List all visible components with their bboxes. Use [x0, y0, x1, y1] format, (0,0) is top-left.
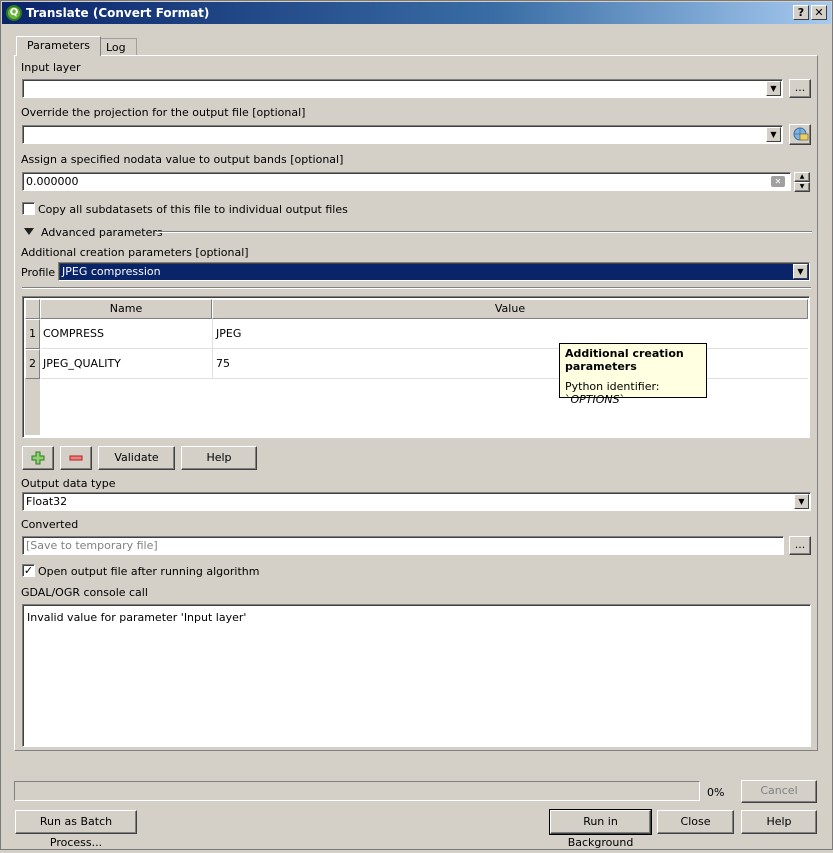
nodata-input[interactable]: 0.000000 — [22, 172, 791, 191]
help-button[interactable]: Help — [741, 810, 817, 834]
run-in-background-button[interactable]: Run in Background — [549, 809, 652, 849]
row-header[interactable]: 1 — [25, 319, 40, 349]
batch-process-button[interactable]: Run as Batch Process... — [15, 810, 137, 849]
dropdown-arrow-icon[interactable]: ▼ — [793, 264, 808, 279]
advanced-parameters-toggle[interactable]: Advanced parameters — [41, 226, 163, 239]
console-call-textarea[interactable]: Invalid value for parameter 'Input layer… — [22, 604, 811, 747]
crs-globe-icon — [793, 127, 809, 141]
table-help-button[interactable]: Help — [181, 446, 257, 470]
progress-percent: 0% — [707, 786, 725, 799]
input-layer-label: Input layer — [21, 61, 81, 74]
output-data-type-label: Output data type — [21, 477, 116, 490]
tooltip-title: Additional creation parameters — [565, 347, 684, 373]
help-icon[interactable]: ? — [793, 5, 809, 20]
table-cell-name[interactable]: JPEG_QUALITY — [41, 349, 213, 379]
projection-label: Override the projection for the output f… — [21, 106, 306, 119]
add-row-button[interactable] — [22, 446, 54, 470]
console-call-text: Invalid value for parameter 'Input layer… — [27, 611, 247, 624]
converted-placeholder: [Save to temporary file] — [26, 539, 158, 552]
creation-params-label: Additional creation parameters [optional… — [21, 246, 249, 259]
add-icon — [31, 451, 45, 465]
qgis-logo-icon: Q — [6, 5, 22, 21]
tooltip-identifier: Python identifier: `OPTIONS` — [565, 380, 660, 406]
converted-label: Converted — [21, 518, 79, 531]
validate-button[interactable]: Validate — [98, 446, 175, 470]
nodata-value: 0.000000 — [26, 175, 79, 188]
table-cell-value[interactable]: JPEG — [213, 319, 808, 349]
tab-parameters[interactable]: Parameters — [16, 36, 101, 56]
crs-select-button[interactable] — [789, 124, 811, 145]
output-data-type-value: Float32 — [26, 495, 68, 508]
expand-triangle-icon[interactable] — [24, 228, 34, 235]
column-header-name[interactable]: Name — [40, 299, 212, 319]
spin-down-icon[interactable]: ▼ — [794, 182, 810, 192]
close-button[interactable]: Close — [657, 810, 734, 834]
dropdown-arrow-icon[interactable]: ▼ — [794, 494, 809, 509]
remove-row-button[interactable] — [60, 446, 92, 470]
title-bar: Q Translate (Convert Format) ? ✕ — [2, 2, 831, 24]
column-header-value[interactable]: Value — [212, 299, 808, 319]
profile-separator — [22, 287, 811, 289]
clear-icon[interactable]: ✕ — [771, 176, 785, 187]
cancel-button[interactable]: Cancel — [741, 780, 817, 803]
table-corner — [25, 299, 40, 319]
tooltip: Additional creation parameters Python id… — [559, 343, 707, 406]
console-call-label: GDAL/OGR console call — [21, 586, 148, 599]
dropdown-arrow-icon[interactable]: ▼ — [766, 127, 781, 142]
nodata-label: Assign a specified nodata value to outpu… — [21, 153, 344, 166]
tab-log[interactable]: Log — [95, 38, 137, 56]
open-output-checkbox[interactable]: ✓ — [22, 564, 35, 577]
profile-combo[interactable]: JPEG compression ▼ — [58, 262, 810, 281]
open-output-label: Open output file after running algorithm — [38, 565, 260, 578]
row-header-filler — [25, 379, 40, 435]
window-title: Translate (Convert Format) — [26, 6, 210, 20]
output-data-type-combo[interactable]: Float32 ▼ — [22, 492, 811, 511]
table-cell-value[interactable]: 75 — [213, 349, 808, 379]
profile-value: JPEG compression — [62, 265, 161, 278]
advanced-separator — [156, 231, 812, 233]
converted-browse-button[interactable]: ... — [789, 536, 811, 555]
input-layer-combo[interactable]: ▼ — [22, 79, 783, 98]
table-cell-name[interactable]: COMPRESS — [41, 319, 213, 349]
projection-combo[interactable]: ▼ — [22, 125, 783, 144]
copy-subdatasets-label: Copy all subdatasets of this file to ind… — [38, 203, 348, 216]
spin-up-icon[interactable]: ▲ — [794, 172, 810, 182]
converted-output-input[interactable]: [Save to temporary file] — [22, 536, 784, 555]
dropdown-arrow-icon[interactable]: ▼ — [766, 81, 781, 96]
remove-icon — [69, 455, 83, 461]
copy-subdatasets-checkbox[interactable] — [22, 202, 35, 215]
progress-bar — [14, 781, 700, 801]
row-header[interactable]: 2 — [25, 349, 40, 379]
input-layer-browse-button[interactable]: ... — [789, 79, 811, 98]
profile-label: Profile — [21, 266, 56, 279]
close-icon[interactable]: ✕ — [811, 5, 827, 20]
